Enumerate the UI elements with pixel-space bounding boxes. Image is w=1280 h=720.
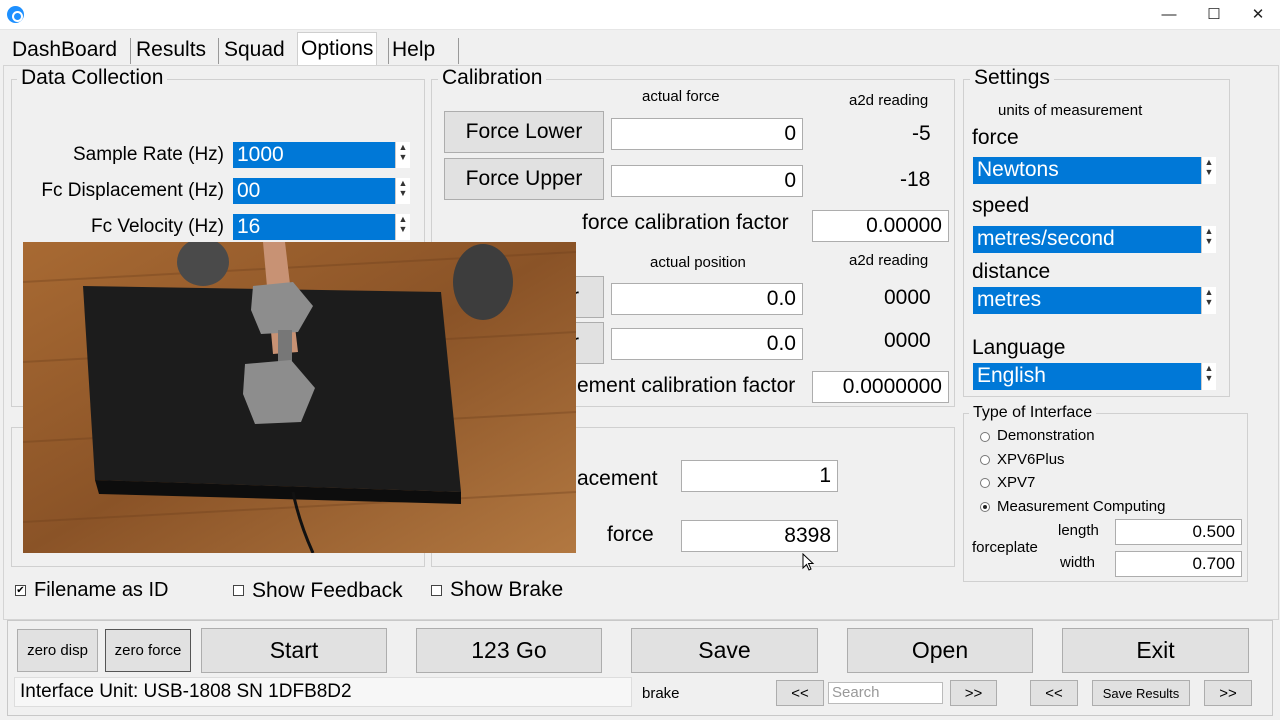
tab-dashboard[interactable]: DashBoard [9, 35, 120, 65]
language-spin-arrows[interactable]: ▲ ▼ [1201, 363, 1216, 390]
distance-unit-spin-arrows[interactable]: ▲ ▼ [1201, 287, 1216, 314]
sample-rate-spinner[interactable]: 1000 [233, 142, 395, 168]
interface-unit-status: Interface Unit: USB-1808 SN 1DFB8D2 [14, 677, 632, 707]
fc-velocity-spinner[interactable]: 16 [233, 214, 395, 240]
search-input[interactable]: Search [828, 682, 943, 704]
distance-unit-select[interactable]: metres [973, 287, 1201, 314]
radio-xpv7-label: XPV7 [997, 474, 1036, 491]
position-upper-input[interactable]: 0.0 [611, 328, 803, 360]
force-reading-label: force [607, 523, 654, 546]
video-overlay [23, 242, 576, 553]
filename-as-id-label: Filename as ID [34, 579, 169, 601]
calibration-title: Calibration [438, 66, 547, 90]
settings-title: Settings [970, 66, 1054, 90]
show-feedback-checkbox[interactable] [233, 585, 244, 596]
interface-type-title: Type of Interface [969, 404, 1097, 422]
speed-unit-spin-arrows[interactable]: ▲ ▼ [1201, 226, 1216, 253]
force-calibration-factor-input[interactable]: 0.00000 [812, 210, 949, 242]
tab-options[interactable]: Options [297, 32, 378, 66]
fc-velocity-label: Fc Velocity (Hz) [90, 216, 224, 237]
radio-demonstration-label: Demonstration [997, 427, 1095, 444]
sample-rate-label: Sample Rate (Hz) [73, 144, 224, 165]
force-unit-select[interactable]: Newtons [973, 157, 1201, 184]
force-unit-label: force [972, 126, 1019, 149]
position-lower-a2d: 0000 [884, 286, 931, 309]
displacement-calibration-factor-label: ement calibration factor [577, 374, 796, 397]
dumbbell-forceplate-photo [23, 242, 576, 553]
tab-separator [218, 38, 219, 64]
width-label: width [1060, 554, 1096, 571]
save-results-button[interactable]: Save Results [1092, 680, 1190, 706]
fc-displacement-spin-arrows[interactable]: ▲ ▼ [395, 178, 410, 204]
actual-position-header: actual position [650, 254, 746, 271]
forceplate-label: forceplate [972, 539, 1038, 556]
tab-squad[interactable]: Squad [221, 35, 288, 65]
a2d-reading-header: a2d reading [849, 92, 929, 109]
data-collection-title: Data Collection [17, 66, 168, 90]
force-upper-button[interactable]: Force Upper [444, 158, 604, 200]
fc-velocity-spin-arrows[interactable]: ▲ ▼ [395, 214, 410, 240]
save-button[interactable]: Save [631, 628, 818, 673]
displacement-reading-label: acement [577, 467, 658, 490]
units-of-measurement-header: units of measurement [998, 102, 1143, 119]
radio-xpv6plus-label: XPV6Plus [997, 451, 1065, 468]
fc-displacement-label: Fc Displacement (Hz) [41, 180, 224, 201]
next-results-button[interactable]: >> [1204, 680, 1252, 706]
show-brake-checkbox[interactable] [431, 585, 442, 596]
prev-button[interactable]: << [776, 680, 824, 706]
displacement-reading-value: 1 [681, 460, 838, 492]
radio-measurement-computing[interactable] [980, 502, 990, 512]
title-bar: — ☐ ✕ [0, 0, 1280, 30]
maximize-button[interactable]: ☐ [1191, 0, 1237, 30]
language-label: Language [972, 336, 1066, 359]
brake-label: brake [642, 685, 680, 702]
radio-xpv7[interactable] [980, 478, 990, 488]
speed-unit-label: speed [972, 194, 1030, 217]
radio-xpv6plus[interactable] [980, 455, 990, 465]
tab-results[interactable]: Results [133, 35, 209, 65]
force-lower-button[interactable]: Force Lower [444, 111, 604, 153]
force-lower-input[interactable]: 0 [611, 118, 803, 150]
show-feedback-label: Show Feedback [252, 579, 403, 602]
language-select[interactable]: English [973, 363, 1201, 390]
a2d-reading-header-2: a2d reading [849, 252, 929, 269]
close-button[interactable]: ✕ [1235, 0, 1280, 30]
speed-unit-select[interactable]: metres/second [973, 226, 1201, 253]
go-123-button[interactable]: 123 Go [416, 628, 602, 673]
radio-demonstration[interactable] [980, 432, 990, 442]
open-button[interactable]: Open [847, 628, 1033, 673]
start-button[interactable]: Start [201, 628, 387, 673]
mouse-cursor-icon [802, 553, 815, 571]
length-label: length [1058, 522, 1099, 539]
distance-unit-label: distance [972, 260, 1051, 283]
force-lower-a2d: -5 [912, 122, 931, 145]
filename-as-id-checkbox[interactable]: ✔ [15, 585, 26, 596]
exit-button[interactable]: Exit [1062, 628, 1249, 673]
actual-force-header: actual force [642, 88, 720, 105]
prev-results-button[interactable]: << [1030, 680, 1078, 706]
radio-measurement-computing-label: Measurement Computing [997, 498, 1166, 515]
displacement-calibration-factor-input[interactable]: 0.0000000 [812, 371, 949, 403]
force-reading-value: 8398 [681, 520, 838, 552]
tab-help[interactable]: Help [389, 35, 438, 65]
show-brake-label: Show Brake [450, 578, 564, 601]
zero-force-button[interactable]: zero force [105, 629, 191, 672]
force-calibration-factor-label: force calibration factor [582, 211, 789, 234]
zero-disp-button[interactable]: zero disp [17, 629, 98, 672]
next-button[interactable]: >> [950, 680, 997, 706]
length-input[interactable]: 0.500 [1115, 519, 1242, 545]
tab-separator [458, 38, 459, 64]
width-input[interactable]: 0.700 [1115, 551, 1242, 577]
tab-separator [130, 38, 131, 64]
position-upper-a2d: 0000 [884, 329, 931, 352]
sample-rate-spin-arrows[interactable]: ▲ ▼ [395, 142, 410, 168]
minimize-button[interactable]: — [1146, 0, 1192, 30]
force-upper-input[interactable]: 0 [611, 165, 803, 197]
force-upper-a2d: -18 [900, 168, 931, 191]
app-logo-icon [7, 6, 24, 23]
force-unit-spin-arrows[interactable]: ▲ ▼ [1201, 157, 1216, 184]
fc-displacement-spinner[interactable]: 00 [233, 178, 395, 204]
position-lower-input[interactable]: 0.0 [611, 283, 803, 315]
